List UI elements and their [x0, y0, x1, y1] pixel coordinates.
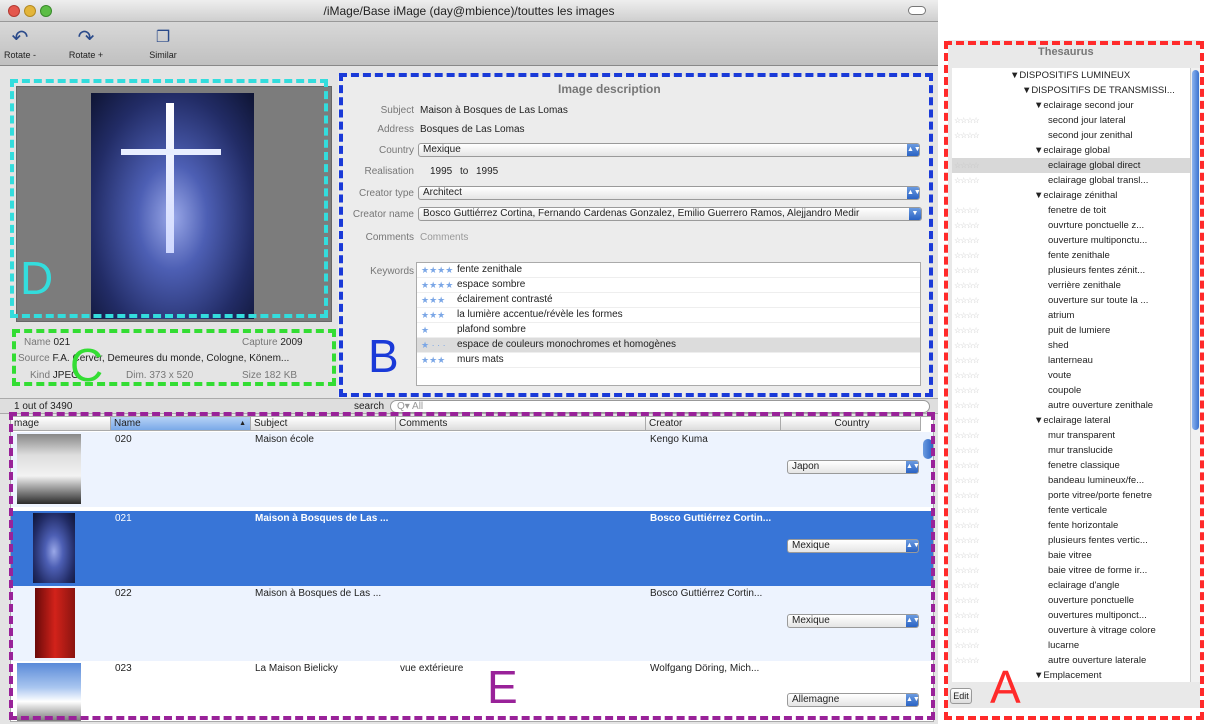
annotation-label-b: B: [368, 330, 399, 382]
result-count: 1 out of 3490: [14, 401, 73, 412]
annotation-box-b: [339, 73, 933, 397]
rotate-left-icon: ↶: [11, 27, 29, 49]
rotate-minus-button[interactable]: ↶ Rotate -: [4, 26, 36, 60]
search-placeholder: Q▾ All: [397, 401, 424, 412]
rotate-minus-label: Rotate -: [4, 50, 37, 60]
annotation-box-a: [944, 41, 1204, 720]
title-bar: /iMage/Base iMage (day@mbience)/touttes …: [0, 0, 938, 22]
toolbar-toggle-button[interactable]: [908, 6, 926, 15]
annotation-box-d: [10, 79, 328, 318]
toolbar: ↶ Rotate - ↷ Rotate + ❐ Similar: [0, 22, 938, 66]
annotation-label-a: A: [990, 661, 1021, 713]
rotate-plus-label: Rotate +: [68, 50, 104, 60]
rotate-right-icon: ↷: [77, 27, 95, 49]
similar-icon: ❐: [155, 29, 171, 46]
similar-button[interactable]: ❐ Similar: [143, 26, 183, 60]
annotation-box-c: [12, 329, 336, 386]
similar-label: Similar: [149, 50, 177, 60]
window-title: /iMage/Base iMage (day@mbience)/touttes …: [323, 4, 615, 18]
annotation-box-e: [9, 412, 935, 720]
annotation-label-d: D: [20, 252, 54, 304]
annotation-label-e: E: [487, 661, 518, 713]
annotation-label-c: C: [70, 339, 104, 391]
search-label: search: [354, 401, 385, 412]
rotate-plus-button[interactable]: ↷ Rotate +: [64, 26, 108, 60]
